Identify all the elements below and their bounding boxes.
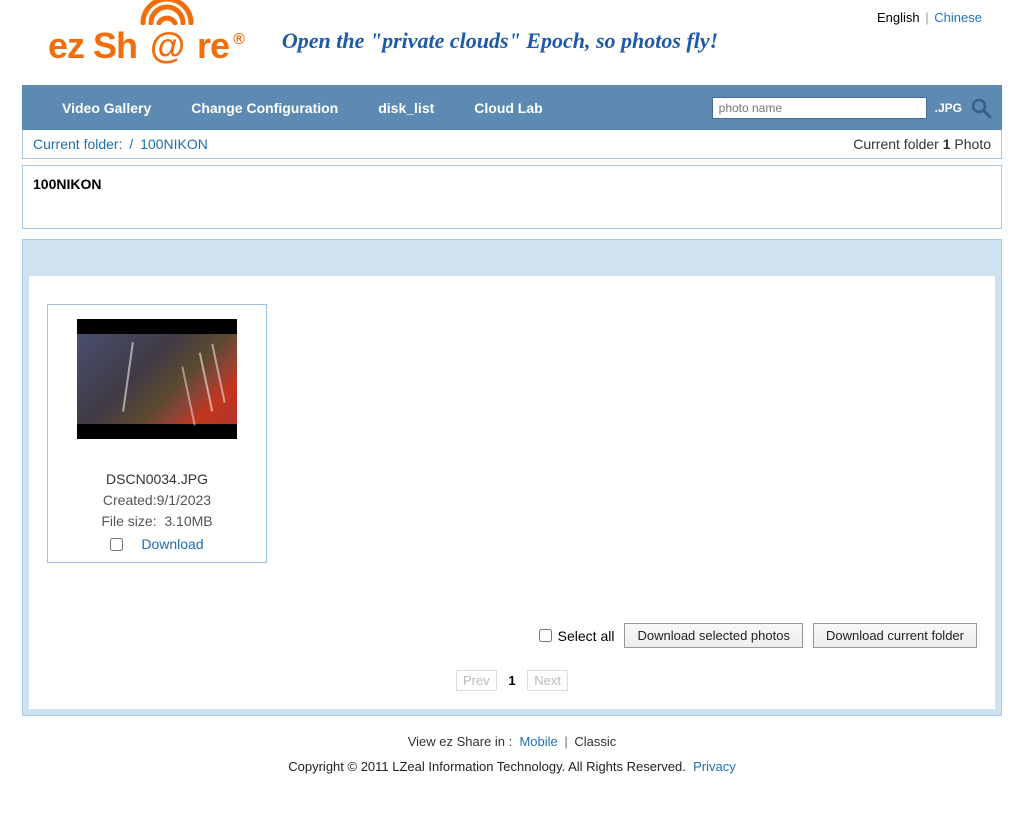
folder-title: 100NIKON (22, 165, 1002, 229)
photo-created: Created:9/1/2023 (58, 490, 256, 511)
logo-text-post: re (197, 25, 229, 67)
photo-filesize: File size: 3.10MB (58, 511, 256, 532)
nav-item-cloud-lab[interactable]: Cloud Lab (474, 100, 542, 116)
logo-at: @ (150, 25, 184, 66)
lang-separator: | (923, 10, 930, 25)
logo-registered: ® (233, 31, 244, 49)
photo-select-checkbox[interactable] (110, 538, 123, 551)
pager-current: 1 (502, 671, 521, 690)
header: ez Sh @ re ® Open the "private clouds" E… (22, 25, 1002, 85)
download-selected-button[interactable]: Download selected photos (624, 623, 803, 648)
photo-filename: DSCN0034.JPG (58, 469, 256, 490)
download-folder-button[interactable]: Download current folder (813, 623, 977, 648)
nav-item-video-gallery[interactable]: Video Gallery (62, 100, 151, 116)
pager-next[interactable]: Next (527, 670, 568, 691)
nav-item-disk-list[interactable]: disk_list (378, 100, 434, 116)
lang-english[interactable]: English (877, 10, 920, 25)
view-mobile-link[interactable]: Mobile (519, 734, 557, 749)
navbar: Video Gallery Change Configuration disk_… (22, 85, 1002, 130)
search-button[interactable] (970, 97, 992, 119)
slogan: Open the "private clouds" Epoch, so phot… (282, 28, 718, 54)
select-all-label[interactable]: Select all (539, 628, 615, 644)
pager: Prev 1 Next (47, 670, 977, 691)
photo-thumbnail[interactable] (77, 319, 237, 439)
bulk-actions: Select all Download selected photos Down… (47, 623, 977, 648)
breadcrumb: Current folder: / 100NIKON Current folde… (22, 130, 1002, 159)
wifi-icon (139, 0, 195, 25)
breadcrumb-folder[interactable]: 100NIKON (140, 136, 208, 152)
photo-card: DSCN0034.JPG Created:9/1/2023 File size:… (47, 304, 267, 563)
search: .JPG (712, 97, 992, 119)
copyright: Copyright © 2011 LZeal Information Techn… (22, 759, 1002, 774)
nav-item-change-configuration[interactable]: Change Configuration (191, 100, 338, 116)
folder-count: Current folder 1 Photo (853, 136, 991, 152)
search-input[interactable] (712, 97, 927, 119)
photo-download-link[interactable]: Download (141, 536, 203, 552)
logo-text-pre: ez Sh (48, 25, 137, 67)
privacy-link[interactable]: Privacy (693, 759, 736, 774)
search-icon (970, 97, 992, 119)
gallery: DSCN0034.JPG Created:9/1/2023 File size:… (22, 239, 1002, 716)
nav-links: Video Gallery Change Configuration disk_… (62, 100, 543, 116)
breadcrumb-separator: / (126, 136, 136, 152)
logo: ez Sh @ re ® (48, 25, 240, 67)
view-classic-label: Classic (574, 734, 616, 749)
select-all-checkbox[interactable] (539, 629, 552, 642)
footer-view-modes: View ez Share in : Mobile | Classic (22, 734, 1002, 749)
search-extension: .JPG (931, 101, 966, 115)
pager-prev[interactable]: Prev (456, 670, 497, 691)
breadcrumb-root[interactable]: Current folder: (33, 136, 122, 152)
lang-chinese[interactable]: Chinese (934, 10, 982, 25)
